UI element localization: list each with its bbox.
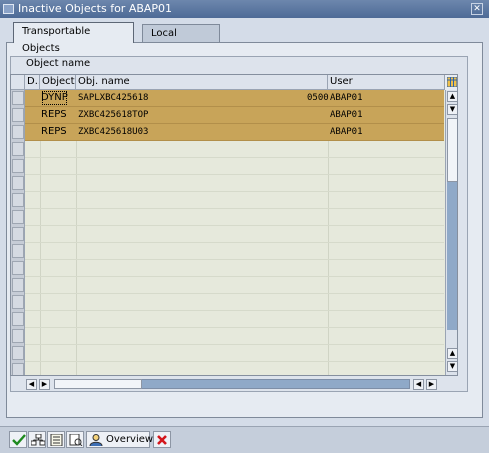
- window-title: Inactive Objects for ABAP01: [18, 2, 173, 15]
- column-header-object[interactable]: Object: [40, 75, 76, 90]
- empty-row: [25, 226, 444, 243]
- vertical-scroll-track[interactable]: [447, 182, 457, 330]
- row-selector[interactable]: [12, 278, 24, 292]
- hierarchy-button[interactable]: [28, 431, 46, 448]
- empty-row: [25, 158, 444, 175]
- empty-row: [25, 345, 444, 362]
- details-button[interactable]: [47, 431, 65, 448]
- cell-user: ABAP01: [330, 127, 363, 137]
- hierarchy-icon: [31, 434, 45, 446]
- table-row[interactable]: REPS ZXBC425618U03 ABAP01: [25, 124, 444, 141]
- column-header-obj-name[interactable]: Obj. name: [76, 75, 328, 90]
- row-selector[interactable]: [12, 329, 24, 343]
- row-selector[interactable]: [12, 210, 24, 224]
- scroll-left-end-icon[interactable]: ◀: [26, 379, 37, 390]
- empty-row: [25, 209, 444, 226]
- column-header-user[interactable]: User: [328, 75, 445, 90]
- empty-row: [25, 175, 444, 192]
- cell-obj-name[interactable]: ZXBC425618TOP: [78, 107, 148, 123]
- scroll-left-icon[interactable]: ▶: [39, 379, 50, 390]
- cell-user: ABAP01: [330, 93, 363, 103]
- overview-button[interactable]: Overview: [86, 431, 154, 448]
- select-all-header[interactable]: [11, 75, 25, 90]
- cell-obj-name[interactable]: ZXBC425618U03: [78, 124, 148, 140]
- window-titlebar: Inactive Objects for ABAP01 ✕: [0, 0, 489, 18]
- row-selector[interactable]: [12, 193, 24, 207]
- scroll-right-end-icon[interactable]: ▶: [426, 379, 437, 390]
- table-header: D.. Object Obj. name User: [11, 75, 457, 90]
- scroll-right-icon[interactable]: ◀: [413, 379, 424, 390]
- cell-object[interactable]: REPS: [41, 107, 67, 123]
- vertical-scroll-thumb[interactable]: [447, 118, 457, 182]
- overview-label: Overview: [106, 434, 154, 445]
- row-selector[interactable]: [12, 176, 24, 190]
- row-selector[interactable]: [12, 295, 24, 309]
- empty-row: [25, 141, 444, 158]
- row-selector[interactable]: [12, 142, 24, 156]
- row-selector[interactable]: [12, 346, 24, 360]
- column-header-d[interactable]: D..: [25, 75, 40, 90]
- tab-local-objects[interactable]: Local objects: [142, 24, 220, 56]
- tab-transportable-objects[interactable]: Transportable Objects: [13, 22, 134, 54]
- row-selector[interactable]: [12, 159, 24, 173]
- row-selector[interactable]: [12, 125, 24, 139]
- row-selector[interactable]: [12, 312, 24, 326]
- empty-row: [25, 311, 444, 328]
- row-selector[interactable]: [12, 244, 24, 258]
- close-icon[interactable]: ✕: [471, 3, 483, 15]
- empty-row: [25, 277, 444, 294]
- empty-row: [25, 328, 444, 345]
- continue-button[interactable]: [9, 431, 27, 448]
- cancel-button[interactable]: [153, 431, 171, 448]
- dialog-toolbar: Overview: [0, 426, 489, 453]
- display-icon: [69, 434, 83, 446]
- cancel-x-icon: [157, 435, 167, 445]
- row-selector[interactable]: [12, 363, 24, 375]
- row-selector[interactable]: [12, 261, 24, 275]
- grid-settings-icon[interactable]: [445, 75, 457, 90]
- row-selector-column: [11, 90, 25, 375]
- scroll-down-icon[interactable]: ▲: [447, 348, 457, 359]
- scroll-up-icon[interactable]: ▼: [447, 104, 457, 115]
- scroll-bottom-icon[interactable]: ▼: [447, 361, 457, 372]
- display-button[interactable]: [66, 431, 84, 448]
- empty-row: [25, 260, 444, 277]
- details-icon: [50, 434, 63, 446]
- group-title: Object name: [26, 58, 91, 69]
- vertical-scrollbar[interactable]: ▲ ▼ ▲ ▼: [445, 90, 457, 375]
- row-selector[interactable]: [12, 91, 24, 105]
- checkmark-icon: [12, 434, 26, 446]
- row-selector[interactable]: [12, 227, 24, 241]
- empty-row: [25, 192, 444, 209]
- empty-row: [25, 294, 444, 311]
- horizontal-scrollbar[interactable]: ◀ ▶ ◀ ▶: [24, 378, 457, 390]
- table-row[interactable]: DYNP SAPLXBC425618 0500 ABAP01: [25, 90, 444, 107]
- scroll-top-icon[interactable]: ▲: [447, 91, 457, 102]
- inactive-objects-table: D.. Object Obj. name User DYNP SAPLXBC42…: [10, 74, 458, 376]
- row-selector[interactable]: [12, 108, 24, 122]
- horizontal-scroll-thumb[interactable]: [54, 379, 142, 389]
- cell-extra: 0500: [307, 93, 329, 103]
- cell-object[interactable]: DYNP: [41, 90, 68, 106]
- cell-user: ABAP01: [330, 110, 363, 120]
- cell-obj-name[interactable]: SAPLXBC425618: [78, 90, 148, 106]
- window-icon: [3, 4, 14, 14]
- empty-row: [25, 243, 444, 260]
- table-row[interactable]: REPS ZXBC425618TOP ABAP01: [25, 107, 444, 124]
- cell-object[interactable]: REPS: [41, 124, 67, 140]
- person-icon: [89, 434, 103, 446]
